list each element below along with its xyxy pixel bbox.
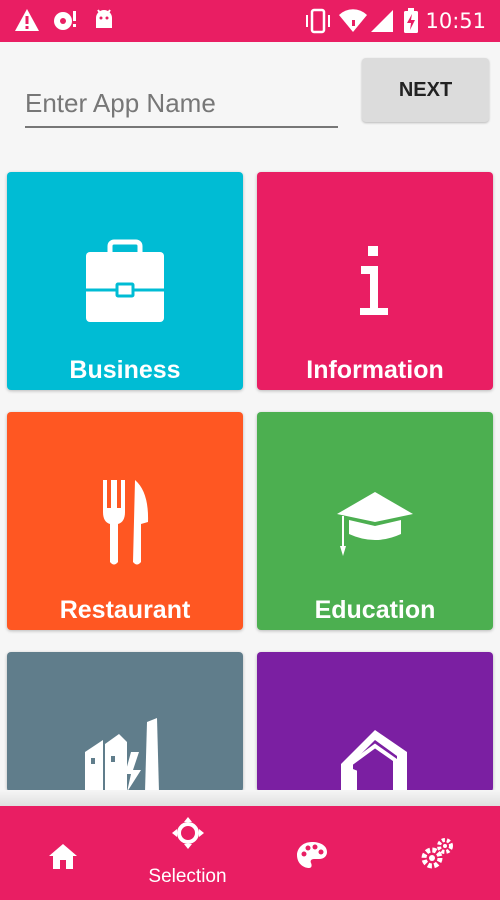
category-label: Business bbox=[69, 356, 181, 384]
next-button[interactable]: NEXT bbox=[362, 58, 489, 122]
category-tile-home[interactable] bbox=[257, 652, 493, 792]
category-tile-business[interactable]: Business bbox=[7, 172, 243, 390]
nav-selection[interactable]: Selection bbox=[125, 806, 250, 900]
category-tile-restaurant[interactable]: Restaurant bbox=[7, 412, 243, 630]
nav-label: Selection bbox=[148, 866, 227, 887]
nav-theme[interactable] bbox=[250, 806, 375, 900]
disk-alert-icon bbox=[52, 8, 78, 37]
status-time: 10:51 bbox=[425, 9, 486, 33]
nav-settings[interactable] bbox=[375, 806, 500, 900]
category-tile-education[interactable]: Education bbox=[257, 412, 493, 630]
bottom-navigation: Selection bbox=[0, 806, 500, 900]
selection-icon bbox=[172, 817, 204, 849]
category-label: Information bbox=[306, 356, 444, 384]
category-label: Restaurant bbox=[59, 596, 191, 624]
signal-icon bbox=[370, 8, 394, 39]
home-icon bbox=[49, 844, 77, 869]
warning-icon bbox=[14, 8, 40, 37]
status-bar: 10:51 bbox=[0, 0, 500, 42]
app-name-field-wrapper bbox=[25, 84, 338, 128]
bottom-divider bbox=[0, 790, 500, 806]
category-tile-information[interactable]: Information bbox=[257, 172, 493, 390]
factory-icon bbox=[7, 652, 243, 792]
wifi-icon bbox=[338, 8, 368, 39]
house-icon bbox=[257, 652, 493, 792]
palette-icon bbox=[297, 842, 327, 868]
nav-home[interactable] bbox=[0, 806, 125, 900]
category-tile-industry[interactable] bbox=[7, 652, 243, 792]
app-name-input[interactable] bbox=[25, 84, 338, 122]
settings-gears-icon bbox=[421, 838, 453, 869]
battery-charging-icon bbox=[402, 8, 420, 39]
category-label: Education bbox=[314, 596, 436, 624]
vibrate-icon bbox=[304, 8, 332, 39]
android-icon bbox=[92, 8, 116, 37]
